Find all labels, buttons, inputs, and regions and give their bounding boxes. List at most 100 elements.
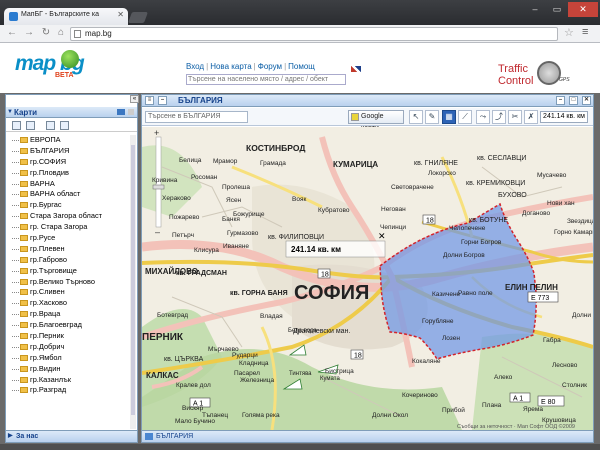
- sidebar-item[interactable]: гр.Бургас: [10, 200, 135, 211]
- sidebar-item[interactable]: гр.Казанлък: [10, 375, 135, 386]
- distance-tool-icon[interactable]: ⟋: [458, 110, 472, 124]
- sidebar-item[interactable]: Стара Загора област: [10, 211, 135, 222]
- tree-view-icon[interactable]: [26, 121, 35, 130]
- sidebar-item[interactable]: гр. Стара Загора: [10, 222, 135, 233]
- sidebar-item[interactable]: гр.Търговище: [10, 266, 135, 277]
- area-tool-icon[interactable]: ▦: [442, 110, 456, 124]
- map-place-label: Клисура: [194, 247, 219, 254]
- window-menu-icon[interactable]: ≡: [145, 96, 154, 105]
- sidebar-item[interactable]: ВАРНА област: [10, 189, 135, 200]
- sort-icon[interactable]: [46, 121, 55, 130]
- bookmark-star-icon[interactable]: ☆: [564, 26, 574, 39]
- clear-tool-icon[interactable]: ✗: [524, 110, 538, 124]
- folder-icon: [20, 343, 28, 350]
- map-tab-label[interactable]: БЪЛГАРИЯ: [156, 433, 193, 440]
- tab-title: МапБГ - Българските ка: [21, 11, 99, 18]
- map-canvas[interactable]: 241.14 кв. км ✕ 18 18 18 A 1 A 1 E 773 E…: [142, 127, 593, 430]
- map-place-label: кв. ЦЪРКВА: [164, 356, 204, 363]
- address-bar[interactable]: map.bg: [70, 27, 558, 41]
- map-place-label: Локорско: [428, 170, 456, 177]
- new-tab-button[interactable]: [127, 12, 149, 23]
- sidebar-item[interactable]: гр.СОФИЯ: [10, 157, 135, 168]
- map-place-label: Божурище: [233, 211, 265, 218]
- route-back-tool-icon[interactable]: ⤴: [492, 110, 506, 124]
- about-panel-header[interactable]: ▶ За нас: [6, 430, 137, 442]
- sidebar-item[interactable]: гр.Ямбол: [10, 353, 135, 364]
- map-search-input[interactable]: Търсене в БЪЛГАРИЯ: [145, 111, 248, 123]
- google-maps-button[interactable]: Google карти: [348, 110, 404, 132]
- zoom-slider-thumb[interactable]: [152, 184, 165, 190]
- monitor-icon[interactable]: [117, 109, 125, 115]
- sidebar-item[interactable]: ЕВРОПА: [10, 135, 135, 146]
- pointer-tool-icon[interactable]: ↖: [409, 110, 423, 124]
- list-view-icon[interactable]: [12, 121, 21, 130]
- close-tab-icon[interactable]: ✕: [117, 10, 124, 19]
- sidebar-item[interactable]: гр.Благоевград: [10, 320, 135, 331]
- city-label-sofia: СОФИЯ: [294, 282, 369, 304]
- zoom-out-icon[interactable]: –: [155, 227, 160, 237]
- browser-menu-icon[interactable]: ≡: [582, 26, 588, 38]
- traffic-control-logo[interactable]: Traffic Control GPS: [495, 61, 575, 89]
- window-restore-icon[interactable]: –: [556, 96, 565, 105]
- login-link[interactable]: Вход: [186, 62, 204, 71]
- tree-line: [12, 248, 19, 250]
- scissors-tool-icon[interactable]: ✂: [508, 110, 522, 124]
- forum-link[interactable]: Форум: [258, 62, 282, 71]
- map-place-label: Кралев дол: [176, 382, 211, 389]
- window-minimize-icon[interactable]: –: [158, 96, 167, 105]
- sidebar-item[interactable]: гр.Габрово: [10, 255, 135, 266]
- back-arrow-icon[interactable]: ←: [5, 26, 19, 40]
- sidebar-item[interactable]: гр.Сливен: [10, 287, 135, 298]
- settings-icon[interactable]: [60, 121, 69, 130]
- close-tooltip-icon[interactable]: ✕: [378, 231, 386, 241]
- window-close-icon[interactable]: ✕: [582, 96, 591, 105]
- sidebar-item[interactable]: БЪЛГАРИЯ: [10, 146, 135, 157]
- zoom-in-icon[interactable]: +: [154, 128, 159, 138]
- maximize-window-button[interactable]: ▭: [546, 2, 568, 17]
- main-search-input[interactable]: Търсене на населено място / адрес / обек…: [186, 74, 346, 85]
- collapse-sidebar-button[interactable]: «: [130, 95, 139, 103]
- browser-tab[interactable]: МапБГ - Българските ка ✕: [4, 8, 128, 25]
- minimize-window-button[interactable]: –: [524, 2, 546, 17]
- sidebar-item[interactable]: гр.Перник: [10, 331, 135, 342]
- site-header: map bg BETA Вход | Нова карта | Форум | Помощ …: [0, 43, 600, 93]
- sidebar-item[interactable]: гр.Добрич: [10, 342, 135, 353]
- new-map-link[interactable]: Нова карта: [210, 62, 251, 71]
- english-flag-icon[interactable]: [351, 66, 361, 72]
- sidebar-item[interactable]: гр.Враца: [10, 309, 135, 320]
- pencil-tool-icon[interactable]: ✎: [425, 110, 439, 124]
- map-place-label: Мало Бучино: [175, 418, 215, 425]
- folder-icon: [20, 387, 28, 394]
- window-maximize-icon[interactable]: □: [569, 96, 578, 105]
- map-place-label: Ясен: [226, 197, 242, 204]
- sidebar-item[interactable]: гр.Плевен: [10, 244, 135, 255]
- sidebar-header[interactable]: ▼ Карти: [6, 107, 137, 118]
- help-link[interactable]: Помощ: [288, 62, 315, 71]
- sidebar-item[interactable]: гр.Видин: [10, 364, 135, 375]
- close-window-button[interactable]: ✕: [568, 2, 598, 17]
- sidebar-scrollbar-thumb[interactable]: [131, 145, 135, 415]
- reload-icon[interactable]: ↻: [39, 26, 53, 40]
- sidebar-item[interactable]: гр.Русе: [10, 233, 135, 244]
- sidebar-item[interactable]: гр.Хасково: [10, 298, 135, 309]
- map-place-label: Кривина: [152, 177, 178, 184]
- sidebar-item[interactable]: гр.Разград: [10, 385, 135, 396]
- forward-arrow-icon[interactable]: →: [22, 26, 36, 40]
- folder-icon: [20, 354, 28, 361]
- map-window-statusbar: БЪЛГАРИЯ: [142, 430, 593, 442]
- route-tool-icon[interactable]: ⤳: [476, 110, 490, 124]
- sidebar-item[interactable]: гр.Пловдив: [10, 168, 135, 179]
- folder-icon: [20, 278, 28, 285]
- tree-line: [12, 270, 19, 272]
- gps-label: GPS: [559, 77, 570, 83]
- sidebar-item-label: гр.Габрово: [30, 254, 67, 264]
- sidebar-item-label: БЪЛГАРИЯ: [30, 145, 70, 155]
- home-icon[interactable]: ⌂: [54, 26, 68, 40]
- mapbg-logo[interactable]: map bg BETA: [15, 48, 85, 80]
- sidebar-item[interactable]: гр.Велико Търново: [10, 277, 135, 288]
- sidebar-item-label: гр.Перник: [30, 331, 64, 341]
- minimize-panel-icon[interactable]: [128, 109, 134, 115]
- sidebar-item[interactable]: ВАРНА: [10, 179, 135, 190]
- sidebar-item-label: гр.Враца: [30, 309, 61, 319]
- map-place-label: Кладница: [239, 360, 269, 367]
